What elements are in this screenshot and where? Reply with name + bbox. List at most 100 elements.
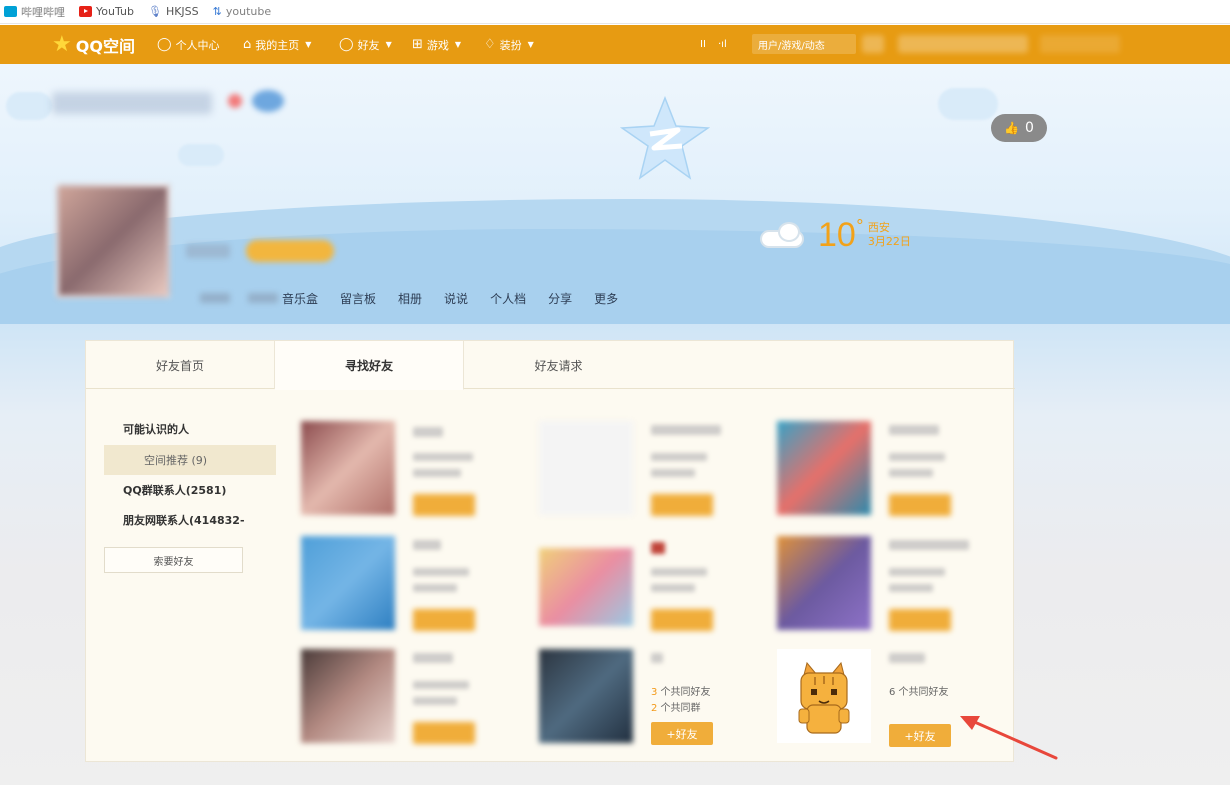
- nav-personal-center[interactable]: ◯ 个人中心: [157, 25, 220, 64]
- request-friend-button[interactable]: 索要好友: [104, 547, 243, 573]
- tab-label: 好友首页: [155, 358, 204, 373]
- weather-city: 西安: [867, 221, 890, 234]
- shirt-icon: ♢: [484, 37, 496, 52]
- bookmark-youtube[interactable]: YouTub: [79, 5, 134, 18]
- subnav-share[interactable]: 分享: [548, 290, 572, 307]
- blurred-text: [413, 469, 461, 477]
- friend-avatar[interactable]: [777, 421, 871, 515]
- qzone-logo-text: QQ空间: [75, 36, 135, 56]
- chevron-down-icon: ▼: [305, 40, 312, 49]
- nav-dressup[interactable]: ♢ 装扮 ▼: [484, 25, 534, 64]
- bilibili-icon: [4, 6, 17, 17]
- signal-glyph: ·ıl: [718, 39, 727, 50]
- tab-find-friends[interactable]: 寻找好友: [275, 341, 464, 390]
- vip-badge-blurred: [246, 240, 334, 262]
- blurred-text: [889, 584, 933, 592]
- bookmark-bilibili[interactable]: 哔哩哔哩: [4, 4, 65, 20]
- blurred-text: [651, 425, 721, 435]
- avatar[interactable]: [56, 184, 170, 298]
- friend-avatar[interactable]: [301, 421, 395, 515]
- friend-card: [301, 421, 521, 521]
- friend-avatar[interactable]: [539, 548, 633, 626]
- nav-extra-area[interactable]: [1040, 35, 1120, 53]
- space-title-blurred: [52, 92, 212, 114]
- chevron-down-icon: ▼: [454, 40, 462, 49]
- add-friend-button[interactable]: [889, 494, 951, 516]
- mutual-friends-text: 个共同好友: [895, 687, 949, 698]
- subnav-profile[interactable]: 个人档: [490, 290, 526, 307]
- tab-friend-requests[interactable]: 好友请求: [464, 341, 653, 389]
- friend-card: 3 个共同好友 2 个共同群 +好友: [539, 649, 759, 749]
- blurred-text: [413, 584, 457, 592]
- blurred-text: [651, 653, 663, 663]
- signal-icon[interactable]: ·ıl: [718, 25, 727, 64]
- add-friend-button[interactable]: [413, 722, 475, 744]
- like-count: 0: [1025, 120, 1034, 136]
- friend-card: [539, 536, 759, 636]
- nav-user-area[interactable]: [898, 35, 1028, 53]
- nav-friends[interactable]: ◯ 好友 ▼: [339, 25, 392, 64]
- add-friend-button[interactable]: [651, 494, 713, 516]
- subnav-music-box[interactable]: 音乐盒: [282, 290, 318, 307]
- mutual-friends-count: 3 个共同好友: [651, 683, 711, 698]
- subnav-more[interactable]: 更多: [594, 290, 618, 307]
- bookmark-youtube-2[interactable]: ⇅ youtube: [213, 5, 271, 18]
- user-name-blurred: [186, 244, 230, 258]
- sidebar-item-qq-group-contacts[interactable]: QQ群联系人(2581): [104, 475, 276, 505]
- friend-avatar[interactable]: [777, 649, 871, 743]
- subnav-item-blurred[interactable]: [200, 293, 230, 303]
- nav-label: 游戏: [426, 38, 449, 52]
- subnav-item-blurred[interactable]: [248, 293, 278, 303]
- friend-avatar[interactable]: [777, 536, 871, 630]
- blurred-text: [889, 540, 969, 550]
- add-friend-button[interactable]: [413, 494, 475, 516]
- subnav-album[interactable]: 相册: [398, 290, 422, 307]
- nav-label: 好友: [357, 38, 380, 52]
- cloud-icon: [760, 222, 812, 248]
- cloud-decor: [6, 92, 52, 120]
- mutual-groups-text: 个共同群: [657, 703, 701, 714]
- add-friend-button[interactable]: [651, 609, 713, 631]
- weather-widget: 10 ° 西安 3月22日: [760, 216, 911, 252]
- search-icon[interactable]: [862, 35, 884, 53]
- qzone-logo[interactable]: ★ QQ空间: [52, 25, 135, 64]
- friend-avatar[interactable]: [301, 536, 395, 630]
- friends-panel: 好友首页 寻找好友 好友请求 可能认识的人 空间推荐 (9) QQ群联系人(25…: [85, 340, 1015, 762]
- like-button[interactable]: 👍 0: [991, 114, 1047, 142]
- cover-banner: [0, 64, 1230, 324]
- bookmark-hkjss[interactable]: 🎙 HKJSS: [148, 5, 199, 18]
- weather-date: 3月22日: [867, 235, 911, 248]
- tab-friends-home[interactable]: 好友首页: [86, 341, 275, 389]
- pause-icon[interactable]: II: [700, 25, 706, 64]
- blurred-text: [413, 681, 469, 689]
- add-friend-button[interactable]: +好友: [889, 724, 951, 747]
- blurred-text: [651, 542, 665, 554]
- friend-card: [777, 536, 997, 636]
- add-friend-button[interactable]: [413, 609, 475, 631]
- sidebar-item-space-recommend[interactable]: 空间推荐 (9): [104, 445, 276, 475]
- blurred-text: [889, 653, 925, 663]
- friend-card: [301, 536, 521, 636]
- add-friend-button[interactable]: +好友: [651, 722, 713, 745]
- blurred-text: [413, 568, 469, 576]
- nav-label: 装扮: [499, 38, 522, 52]
- nav-my-homepage[interactable]: ⌂ 我的主页 ▼: [243, 25, 311, 64]
- microphone-icon: 🎙: [147, 5, 162, 18]
- blurred-text: [651, 584, 695, 592]
- link-icon: ⇅: [212, 5, 222, 18]
- orange-cat-avatar: [777, 649, 871, 743]
- nav-games[interactable]: ⊞ 游戏 ▼: [412, 25, 461, 64]
- friend-avatar[interactable]: [301, 649, 395, 743]
- search-input[interactable]: 用户/游戏/动态: [752, 34, 856, 54]
- bookmarks-bar: 哔哩哔哩 YouTub 🎙 HKJSS ⇅ youtube: [0, 0, 1230, 24]
- search-placeholder: 用户/游戏/动态: [758, 41, 825, 52]
- subnav-posts[interactable]: 说说: [444, 290, 468, 307]
- sidebar-item-pengyou-contacts[interactable]: 朋友网联系人(414832-: [104, 505, 276, 535]
- friend-avatar[interactable]: [539, 421, 633, 515]
- add-friend-button[interactable]: [889, 609, 951, 631]
- subnav-message-board[interactable]: 留言板: [340, 290, 376, 307]
- bookmark-label: YouTub: [96, 5, 134, 18]
- nav-label: 我的主页: [255, 38, 300, 52]
- friend-avatar[interactable]: [539, 649, 633, 743]
- cloud-decor: [178, 144, 224, 166]
